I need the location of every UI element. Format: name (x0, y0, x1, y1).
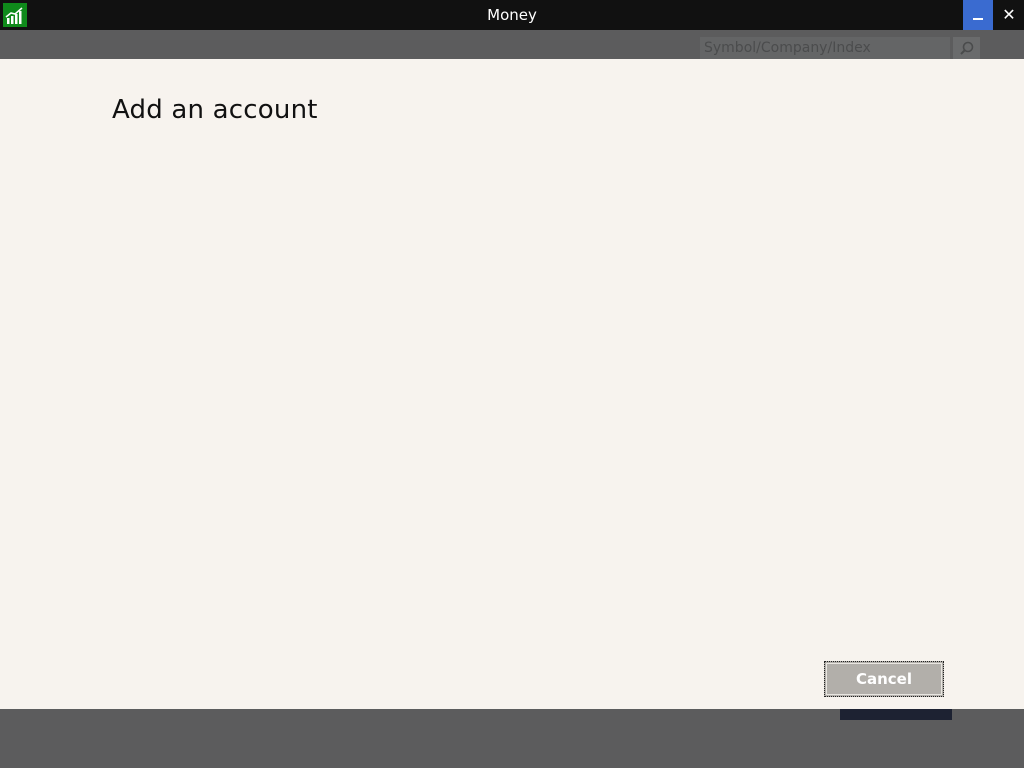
cancel-button[interactable]: Cancel (824, 661, 944, 697)
background-button-edge (840, 709, 952, 720)
add-account-dialog: Add an account Cancel (0, 59, 1024, 709)
minimize-icon (973, 18, 983, 20)
dialog-title: Add an account (112, 95, 318, 125)
search-button[interactable] (953, 37, 980, 61)
title-bar: Money ✕ (0, 0, 1024, 30)
search-placeholder: Symbol/Company/Index (704, 40, 871, 56)
search-input[interactable]: Symbol/Company/Index (700, 37, 950, 61)
close-icon: ✕ (1002, 5, 1016, 24)
window-title: Money (487, 6, 537, 24)
search-icon (960, 41, 974, 55)
minimize-button[interactable] (963, 0, 993, 30)
close-button[interactable]: ✕ (994, 0, 1024, 30)
